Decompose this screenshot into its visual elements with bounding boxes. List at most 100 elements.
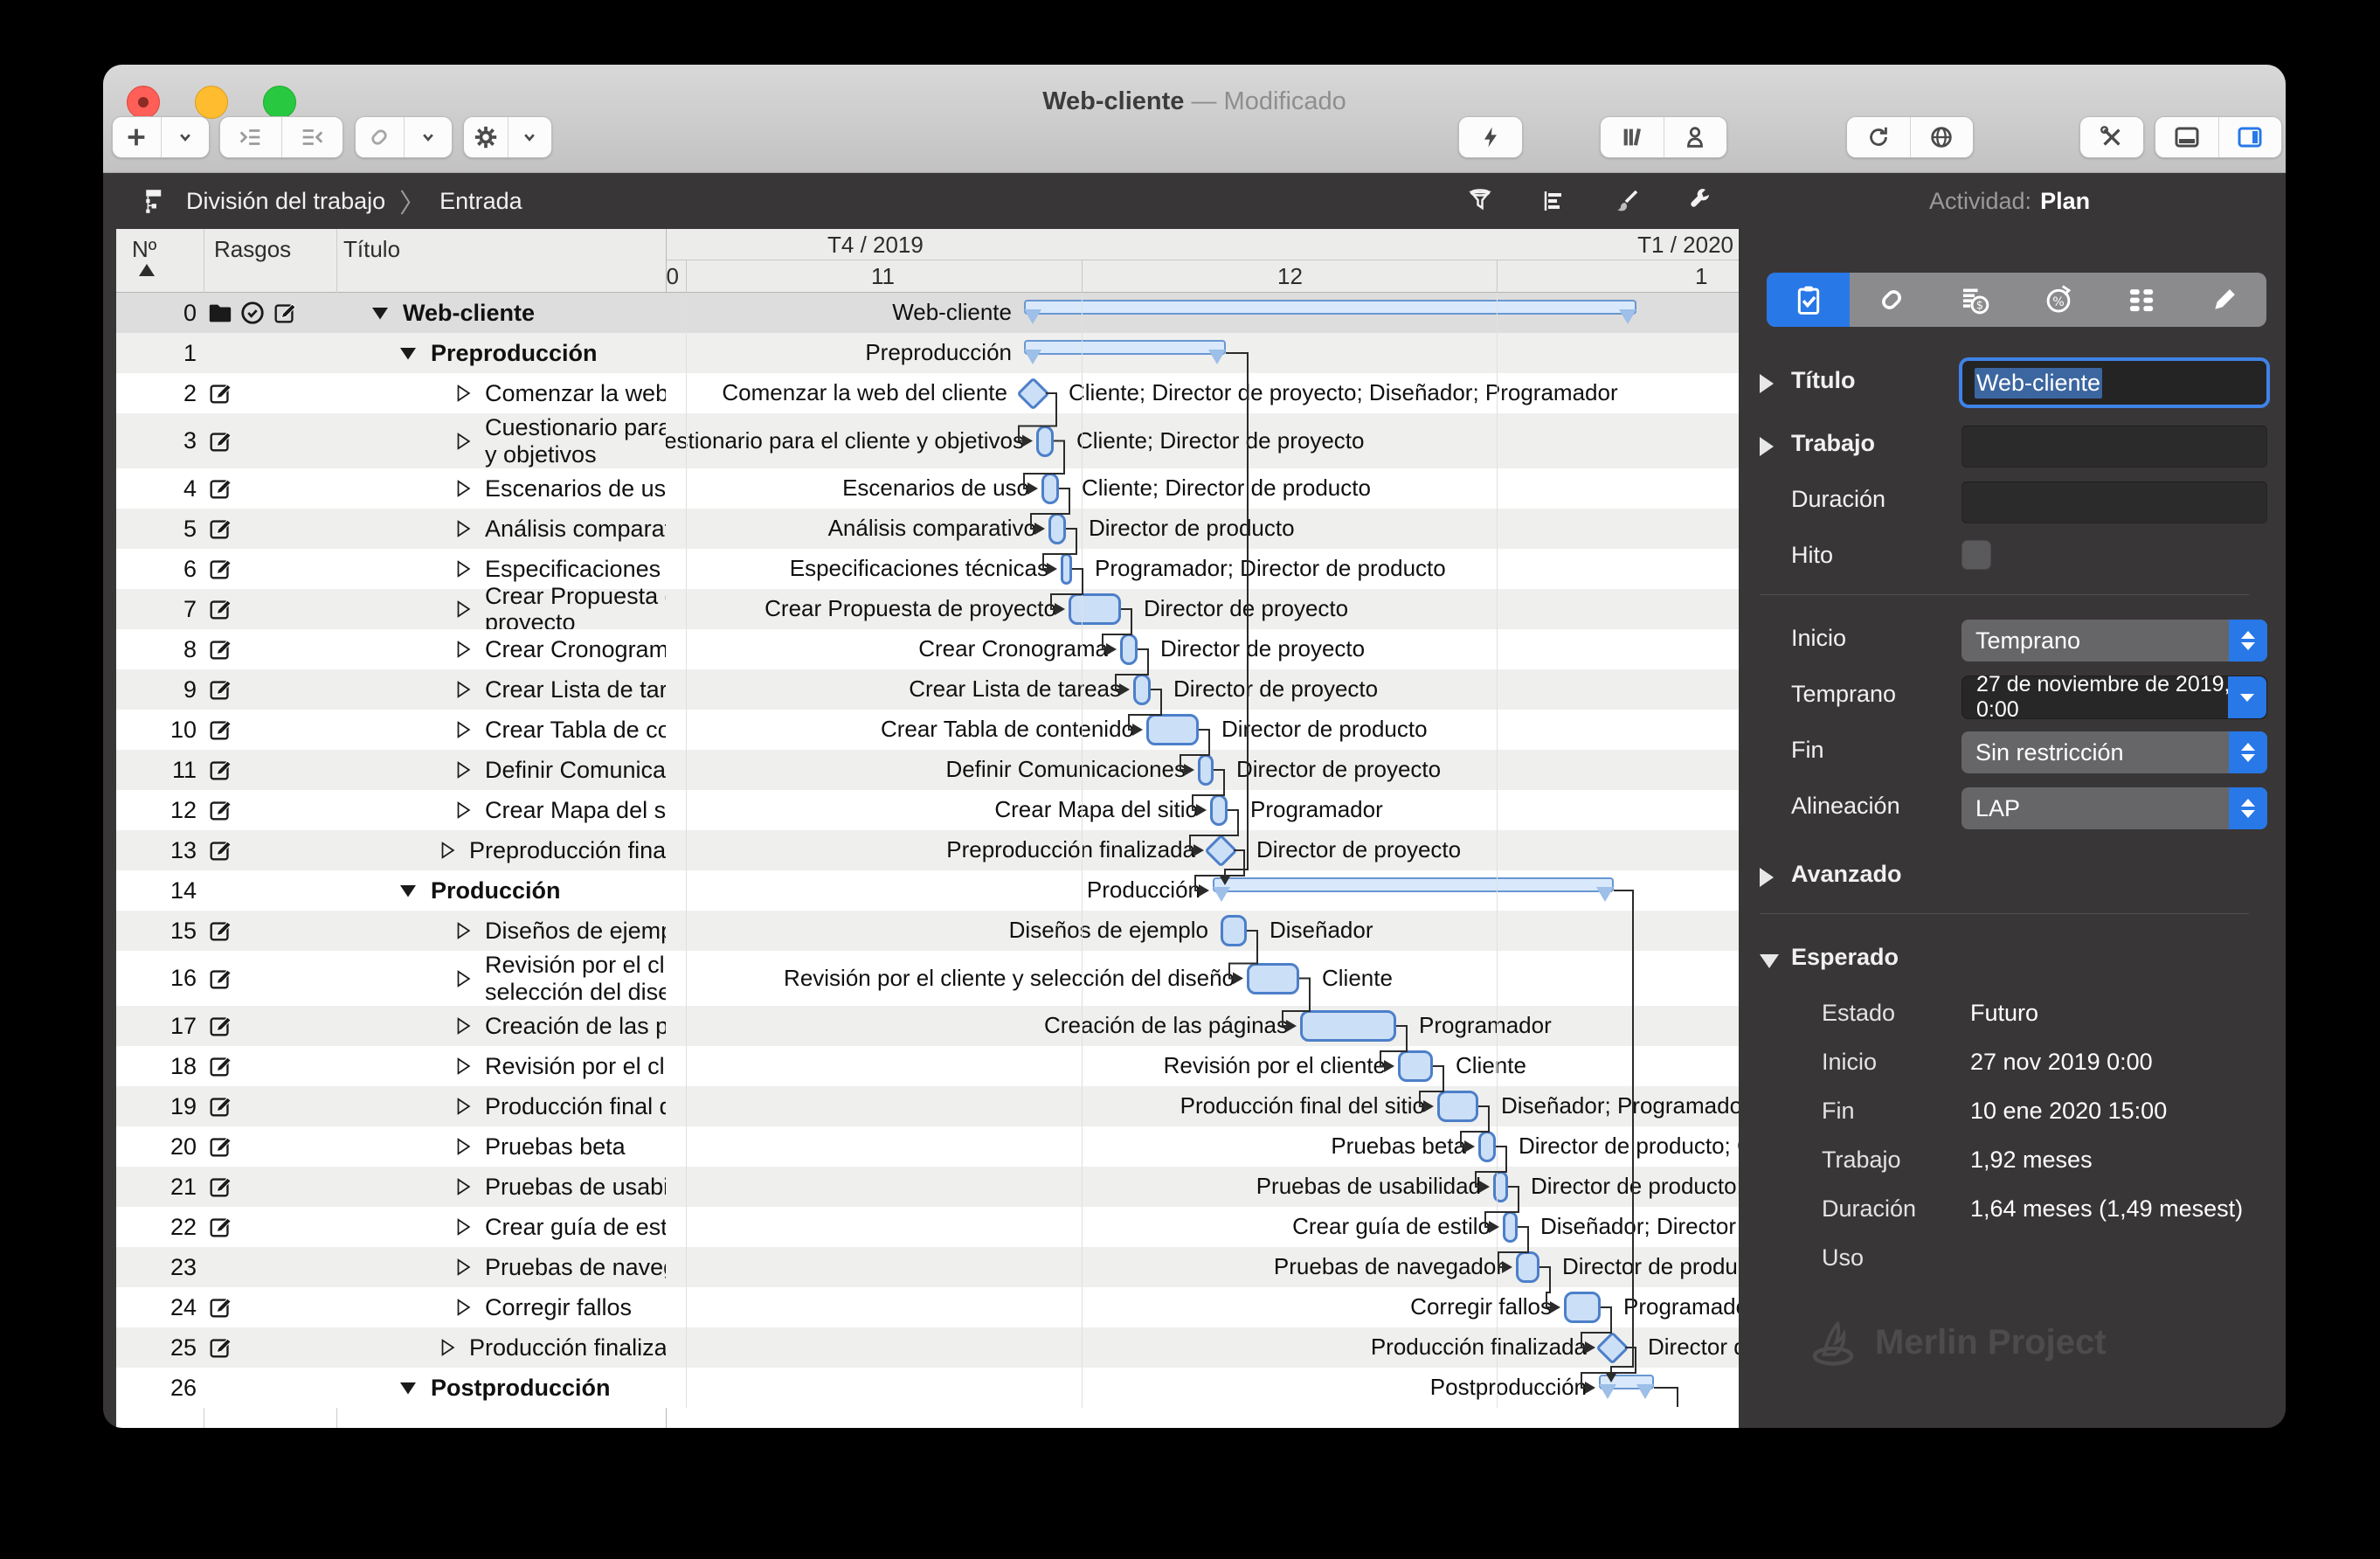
- gantt-row[interactable]: Crear Cronograma Director de proyecto: [666, 629, 1739, 669]
- tools-button[interactable]: [2079, 116, 2144, 158]
- col-header-titulo[interactable]: Título: [343, 236, 400, 263]
- task-bar[interactable]: [1041, 473, 1059, 504]
- groups-tab[interactable]: [2100, 273, 2183, 327]
- gantt-row[interactable]: Crear guía de estilo Diseñador; Director …: [666, 1207, 1739, 1247]
- disclosure-icon[interactable]: [1760, 868, 1774, 887]
- gantt-row[interactable]: Crear Mapa del sitio Programador: [666, 790, 1739, 830]
- disclosure-icon[interactable]: [1760, 374, 1774, 393]
- summary-bar[interactable]: [1024, 300, 1636, 324]
- gantt-row[interactable]: Corregir fallos Programado: [666, 1287, 1739, 1327]
- hito-checkbox[interactable]: [1961, 540, 1991, 570]
- gantt-row[interactable]: Especificaciones técnicas Programador; Di…: [666, 549, 1739, 589]
- indent-button-group[interactable]: [219, 116, 343, 158]
- inicio-popup[interactable]: Temprano: [1961, 620, 2267, 662]
- actions-button[interactable]: [1458, 116, 1523, 158]
- outdent-icon[interactable]: [280, 117, 343, 157]
- task-bar[interactable]: [1210, 794, 1228, 826]
- gantt-row[interactable]: Creación de las páginas Programador: [666, 1006, 1739, 1046]
- sync-icon[interactable]: [1847, 117, 1910, 157]
- link-icon[interactable]: [356, 117, 404, 157]
- globe-icon[interactable]: [1909, 117, 1974, 157]
- month-header[interactable]: 10 11 12 1: [666, 260, 1739, 293]
- cost-tab[interactable]: $: [1934, 273, 2017, 327]
- summary-bar[interactable]: [1213, 877, 1614, 902]
- task-bar[interactable]: [1198, 754, 1214, 786]
- breadcrumb-item[interactable]: Entrada: [439, 188, 522, 215]
- milestone-diamond[interactable]: [1016, 377, 1050, 411]
- panel-toggles-group[interactable]: [2155, 116, 2282, 158]
- activity-value[interactable]: Plan: [2040, 188, 2090, 215]
- time-percent-tab[interactable]: %: [2017, 273, 2100, 327]
- gear-icon[interactable]: [464, 117, 508, 157]
- alineacion-popup[interactable]: LAP: [1961, 787, 2267, 829]
- align-bars-icon[interactable]: [1539, 187, 1567, 215]
- gantt-row[interactable]: Producción finalizada Director de p: [666, 1327, 1739, 1368]
- clipboard-tab[interactable]: [1767, 273, 1851, 327]
- summary-bar[interactable]: [1024, 340, 1226, 364]
- gantt-row[interactable]: Postproducción: [666, 1368, 1739, 1408]
- indent-icon[interactable]: [220, 117, 281, 157]
- wrench-icon[interactable]: [1686, 187, 1714, 215]
- library-resources-group[interactable]: [1600, 116, 1727, 158]
- gantt-row[interactable]: Cuestionario para el cliente y objetivos…: [666, 413, 1739, 468]
- gantt-row[interactable]: Diseños de ejemplo Diseñador: [666, 911, 1739, 951]
- summary-bar[interactable]: [1599, 1375, 1654, 1399]
- breadcrumb-view[interactable]: División del trabajo: [186, 188, 385, 215]
- panel-bottom-icon[interactable]: [2155, 117, 2218, 157]
- task-bar[interactable]: [1069, 593, 1121, 625]
- temprano-date-field[interactable]: 27 de noviembre de 2019, 0:00: [1961, 672, 2267, 722]
- task-bar[interactable]: [1398, 1050, 1433, 1082]
- chevron-down-icon[interactable]: [507, 117, 552, 157]
- sync-share-group[interactable]: [1846, 116, 1974, 158]
- task-bar[interactable]: [1503, 1211, 1518, 1243]
- link-button-group[interactable]: [355, 116, 453, 158]
- gantt-row[interactable]: Revisión por el cliente Cliente: [666, 1046, 1739, 1086]
- task-bar[interactable]: [1221, 915, 1247, 946]
- add-icon[interactable]: [113, 117, 161, 157]
- gantt-row[interactable]: Crear Tabla de contenido Director de prod…: [666, 710, 1739, 750]
- task-bar[interactable]: [1478, 1131, 1496, 1162]
- gantt-row[interactable]: Revisión por el cliente y selección del …: [666, 951, 1739, 1006]
- task-bar[interactable]: [1247, 962, 1299, 994]
- library-icon[interactable]: [1601, 117, 1664, 157]
- gantt-row[interactable]: Preproducción: [666, 333, 1739, 373]
- row-title[interactable]: Web-cliente: [336, 293, 699, 333]
- chevron-down-icon[interactable]: [160, 117, 210, 157]
- panel-right-icon[interactable]: [2217, 117, 2282, 157]
- filter-icon[interactable]: [1466, 187, 1494, 215]
- task-bar[interactable]: [1036, 425, 1054, 457]
- task-bar[interactable]: [1516, 1251, 1539, 1283]
- titulo-input[interactable]: Web-cliente: [1959, 357, 2270, 408]
- gantt-row[interactable]: Web-cliente: [666, 293, 1739, 333]
- trabajo-input[interactable]: [1961, 426, 2267, 468]
- milestone-diamond[interactable]: [1595, 1331, 1629, 1365]
- brush-icon[interactable]: [1613, 187, 1641, 215]
- duracion-input[interactable]: [1961, 482, 2267, 523]
- task-bar[interactable]: [1564, 1292, 1601, 1323]
- gantt-row[interactable]: Pruebas de usabilidad Director de product…: [666, 1167, 1739, 1207]
- task-bar[interactable]: [1048, 513, 1066, 544]
- gantt-row[interactable]: Pruebas de navegador Director de producto: [666, 1247, 1739, 1287]
- gantt-row[interactable]: Producción final del sitio Diseñador; Pro…: [666, 1086, 1739, 1126]
- task-bar[interactable]: [1146, 714, 1199, 745]
- gantt-row[interactable]: Pruebas beta Director de producto; Clien: [666, 1126, 1739, 1167]
- col-header-num[interactable]: Nº: [132, 236, 156, 263]
- disclosure-icon[interactable]: [1760, 954, 1779, 968]
- gantt-row[interactable]: Crear Propuesta de proyecto Director de p…: [666, 589, 1739, 629]
- task-bar[interactable]: [1061, 553, 1072, 585]
- disclosure-icon[interactable]: [1760, 437, 1774, 456]
- gantt-row[interactable]: Análisis comparativo Director de producto: [666, 509, 1739, 549]
- fin-popup[interactable]: Sin restricción: [1961, 731, 2267, 773]
- task-bar[interactable]: [1300, 1010, 1396, 1042]
- link-tab[interactable]: [1850, 273, 1933, 327]
- pencil-tab[interactable]: [2183, 273, 2266, 327]
- lightning-icon[interactable]: [1459, 117, 1522, 157]
- milestone-diamond[interactable]: [1204, 834, 1238, 868]
- add-button-group[interactable]: [112, 116, 210, 158]
- settings-button[interactable]: [463, 116, 552, 158]
- gantt-row[interactable]: Preproducción finalizada Director de proy…: [666, 830, 1739, 870]
- chevron-down-icon[interactable]: [403, 117, 453, 157]
- task-bar[interactable]: [1493, 1171, 1508, 1202]
- gantt-row[interactable]: Crear Lista de tareas Director de proyect…: [666, 669, 1739, 710]
- gantt-row[interactable]: Definir Comunicaciones Director de proyec…: [666, 750, 1739, 790]
